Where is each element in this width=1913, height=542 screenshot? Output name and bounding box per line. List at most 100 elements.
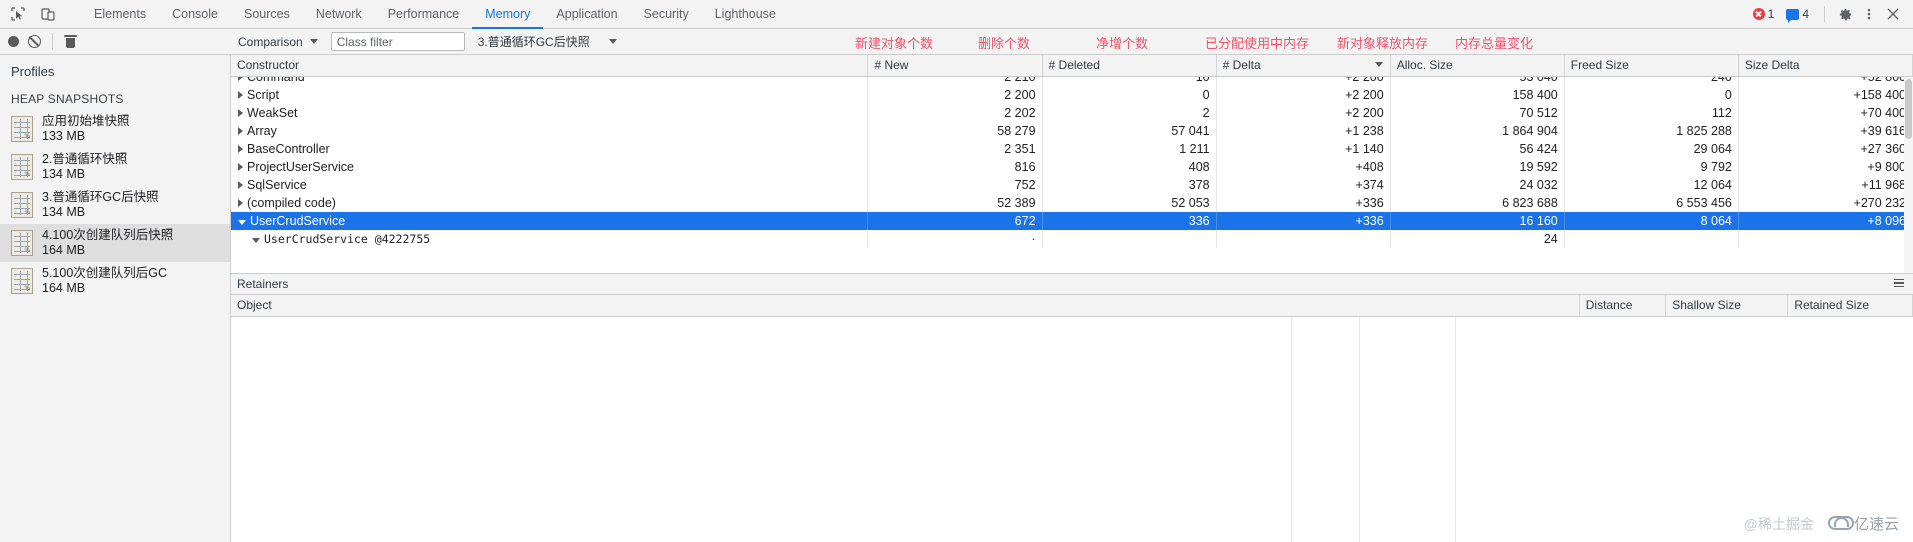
table-row[interactable]: BaseController 2 351 1 211 +1 140 56 424… <box>231 140 1913 158</box>
toolbar-divider <box>1824 6 1825 22</box>
collapse-arrow-icon[interactable] <box>252 237 260 243</box>
close-icon[interactable] <box>1882 3 1904 25</box>
view-mode-dropdown[interactable]: Comparison <box>231 32 325 52</box>
cell-delta: +1 140 <box>1216 140 1391 158</box>
sidebar-item-snapshot-2[interactable]: % 2.普通循环快照 134 MB <box>0 148 230 186</box>
cell-new: 2 210 <box>867 77 1043 86</box>
constructors-vertical-scrollbar[interactable] <box>1904 77 1913 273</box>
tab-lighthouse[interactable]: Lighthouse <box>702 0 789 28</box>
record-circle-icon[interactable] <box>8 36 19 47</box>
column-header-shallow-size[interactable]: Shallow Size <box>1665 295 1789 317</box>
cell-delta: +2 200 <box>1216 77 1391 86</box>
sidebar-item-snapshot-1[interactable]: % 应用初始堆快照 133 MB <box>0 110 230 148</box>
cell-new: 2 202 <box>867 104 1043 122</box>
column-header-deleted[interactable]: # Deleted <box>1042 55 1217 77</box>
retainers-rows-area[interactable] <box>231 317 1913 542</box>
tab-label: Application <box>556 7 618 21</box>
column-divider <box>1359 317 1360 542</box>
table-row[interactable]: ProjectUserService 816 408 +408 19 592 9… <box>231 158 1913 176</box>
table-row[interactable]: Command 2 210 10 +2 200 53 040 240 +52 8… <box>231 77 1913 86</box>
expand-arrow-icon[interactable] <box>238 91 243 99</box>
sidebar-item-snapshot-5[interactable]: % 5.100次创建队列后GC 164 MB <box>0 262 230 300</box>
column-header-alloc-size[interactable]: Alloc. Size <box>1390 55 1565 77</box>
tab-label: Performance <box>387 7 460 21</box>
cell-new: 816 <box>867 158 1043 176</box>
constructor-name: ProjectUserService <box>247 160 354 174</box>
error-count-badge[interactable]: 1 <box>1749 6 1781 22</box>
column-header-distance[interactable]: Distance <box>1579 295 1667 317</box>
expand-arrow-icon[interactable] <box>238 163 243 171</box>
tab-sources[interactable]: Sources <box>231 0 303 28</box>
expand-arrow-icon[interactable] <box>238 77 243 81</box>
clear-prohibit-icon[interactable] <box>28 35 41 48</box>
sidebar-item-text: 2.普通循环快照 134 MB <box>42 152 127 182</box>
expand-arrow-icon[interactable] <box>238 199 243 207</box>
tab-network[interactable]: Network <box>303 0 375 28</box>
table-row-selected[interactable]: UserCrudService 672 336 +336 16 160 8 06… <box>231 212 1913 230</box>
table-row-child[interactable]: UserCrudService @4222755 · 24 <box>231 230 1913 248</box>
table-row[interactable]: Script 2 200 0 +2 200 158 400 0 +158 400 <box>231 86 1913 104</box>
tab-performance[interactable]: Performance <box>375 0 473 28</box>
device-toggle-icon[interactable] <box>38 4 58 24</box>
constructor-name: Command <box>247 77 305 84</box>
cell-size-delta: +70 400 <box>1738 104 1913 122</box>
expand-arrow-icon[interactable] <box>238 127 243 135</box>
column-header-size-delta[interactable]: Size Delta <box>1738 55 1913 77</box>
cell-deleted: 57 041 <box>1042 122 1217 140</box>
hamburger-menu-icon[interactable] <box>1894 279 1904 288</box>
sidebar-item-size: 164 MB <box>42 243 86 257</box>
cell-new: 2 351 <box>867 140 1043 158</box>
cursor-inspect-icon[interactable] <box>8 4 28 24</box>
tab-console[interactable]: Console <box>159 0 231 28</box>
cell-delta <box>1216 230 1391 248</box>
expand-arrow-icon[interactable] <box>238 181 243 189</box>
cell-freed-size: 1 825 288 <box>1564 122 1739 140</box>
sidebar-item-name: 4.100次创建队列后快照 <box>42 228 174 242</box>
sidebar-item-snapshot-4[interactable]: % 4.100次创建队列后快照 164 MB <box>0 224 230 262</box>
tab-elements[interactable]: Elements <box>81 0 159 28</box>
column-header-new[interactable]: # New <box>867 55 1043 77</box>
gear-icon[interactable] <box>1834 3 1856 25</box>
cell-freed-size: 0 <box>1564 86 1739 104</box>
class-filter-input[interactable] <box>330 32 465 51</box>
tabbar-right-icons: 1 4 <box>1749 0 1913 28</box>
expand-arrow-icon[interactable] <box>238 145 243 153</box>
trash-icon[interactable] <box>64 34 77 49</box>
column-header-freed-size[interactable]: Freed Size <box>1564 55 1739 77</box>
toolbar-selectors: Comparison 3.普通循环GC后快照 <box>231 32 624 52</box>
column-header-delta[interactable]: # Delta <box>1216 55 1391 77</box>
kebab-menu-icon[interactable] <box>1858 3 1880 25</box>
retainers-header-row: Object Distance Shallow Size Retained Si… <box>231 295 1913 317</box>
table-row[interactable]: SqlService 752 378 +374 24 032 12 064 +1… <box>231 176 1913 194</box>
baseline-snapshot-dropdown[interactable]: 3.普通循环GC后快照 <box>471 32 624 52</box>
sidebar-item-text: 5.100次创建队列后GC 164 MB <box>42 266 167 296</box>
cell-constructor: ProjectUserService <box>231 158 869 176</box>
memory-main-area: Constructor # New # Deleted # Delta Allo… <box>231 55 1913 542</box>
table-row[interactable]: WeakSet 2 202 2 +2 200 70 512 112 +70 40… <box>231 104 1913 122</box>
scrollbar-thumb[interactable] <box>1905 79 1912 139</box>
tab-memory[interactable]: Memory <box>472 0 544 29</box>
sidebar-item-name: 3.普通循环GC后快照 <box>42 190 159 204</box>
memory-panel-body: Profiles HEAP SNAPSHOTS % 应用初始堆快照 133 MB… <box>0 55 1913 542</box>
tab-application[interactable]: Application <box>543 0 630 28</box>
sidebar-item-snapshot-3[interactable]: % 3.普通循环GC后快照 134 MB <box>0 186 230 224</box>
cell-delta: +1 238 <box>1216 122 1391 140</box>
cell-alloc-size: 56 424 <box>1390 140 1565 158</box>
tab-security[interactable]: Security <box>631 0 702 28</box>
retainers-panel: Retainers Object Distance Shallow Size R… <box>231 274 1913 542</box>
cell-freed-size: 8 064 <box>1564 212 1739 230</box>
table-row[interactable]: Array 58 279 57 041 +1 238 1 864 904 1 8… <box>231 122 1913 140</box>
column-header-retained-size[interactable]: Retained Size <box>1787 295 1913 317</box>
retainers-title: Retainers <box>237 277 289 291</box>
cell-alloc-size: 70 512 <box>1390 104 1565 122</box>
table-row[interactable]: (compiled code) 52 389 52 053 +336 6 823… <box>231 194 1913 212</box>
cell-size-delta: +9 800 <box>1738 158 1913 176</box>
collapse-arrow-icon[interactable] <box>238 219 246 225</box>
tab-label: Network <box>315 7 362 21</box>
column-header-constructor[interactable]: Constructor <box>231 55 869 77</box>
message-count-badge[interactable]: 4 <box>1782 6 1815 23</box>
constructors-rows-scroll[interactable]: Command 2 210 10 +2 200 53 040 240 +52 8… <box>231 77 1913 273</box>
expand-arrow-icon[interactable] <box>238 109 243 117</box>
column-header-object[interactable]: Object <box>231 295 1580 317</box>
cell-size-delta: +8 096 <box>1738 212 1913 230</box>
